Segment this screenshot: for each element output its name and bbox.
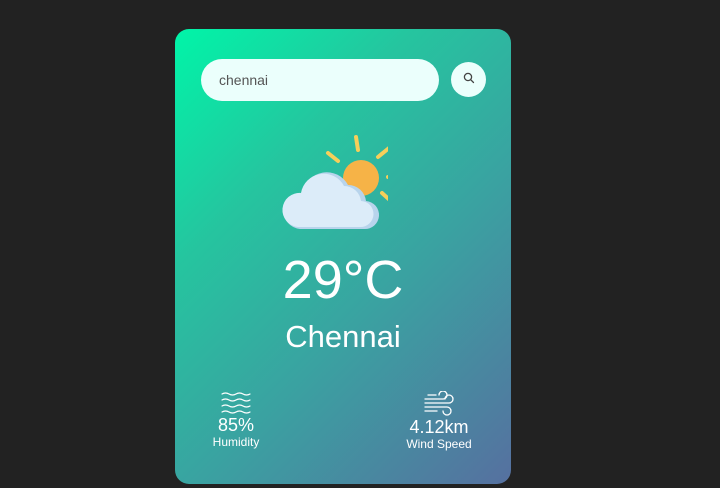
search-input[interactable] [201, 59, 439, 101]
humidity-value: 85% [217, 415, 255, 435]
wind-icon [397, 391, 481, 417]
city-name: Chennai [285, 319, 401, 354]
search-icon [463, 72, 475, 87]
partly-cloudy-icon [278, 133, 404, 233]
temperature: 29°C [282, 250, 404, 310]
wind-label: Wind Speed [406, 437, 472, 451]
humidity-block: 85% Humidity [203, 391, 269, 449]
wind-block: 4.12km Wind Speed [397, 391, 481, 451]
search-button[interactable] [451, 62, 486, 97]
weather-card: 29°C Chennai 85% Humidity [175, 29, 511, 484]
humidity-label: Humidity [212, 435, 260, 449]
humidity-icon [203, 391, 269, 415]
wind-value: 4.12km [409, 417, 469, 437]
